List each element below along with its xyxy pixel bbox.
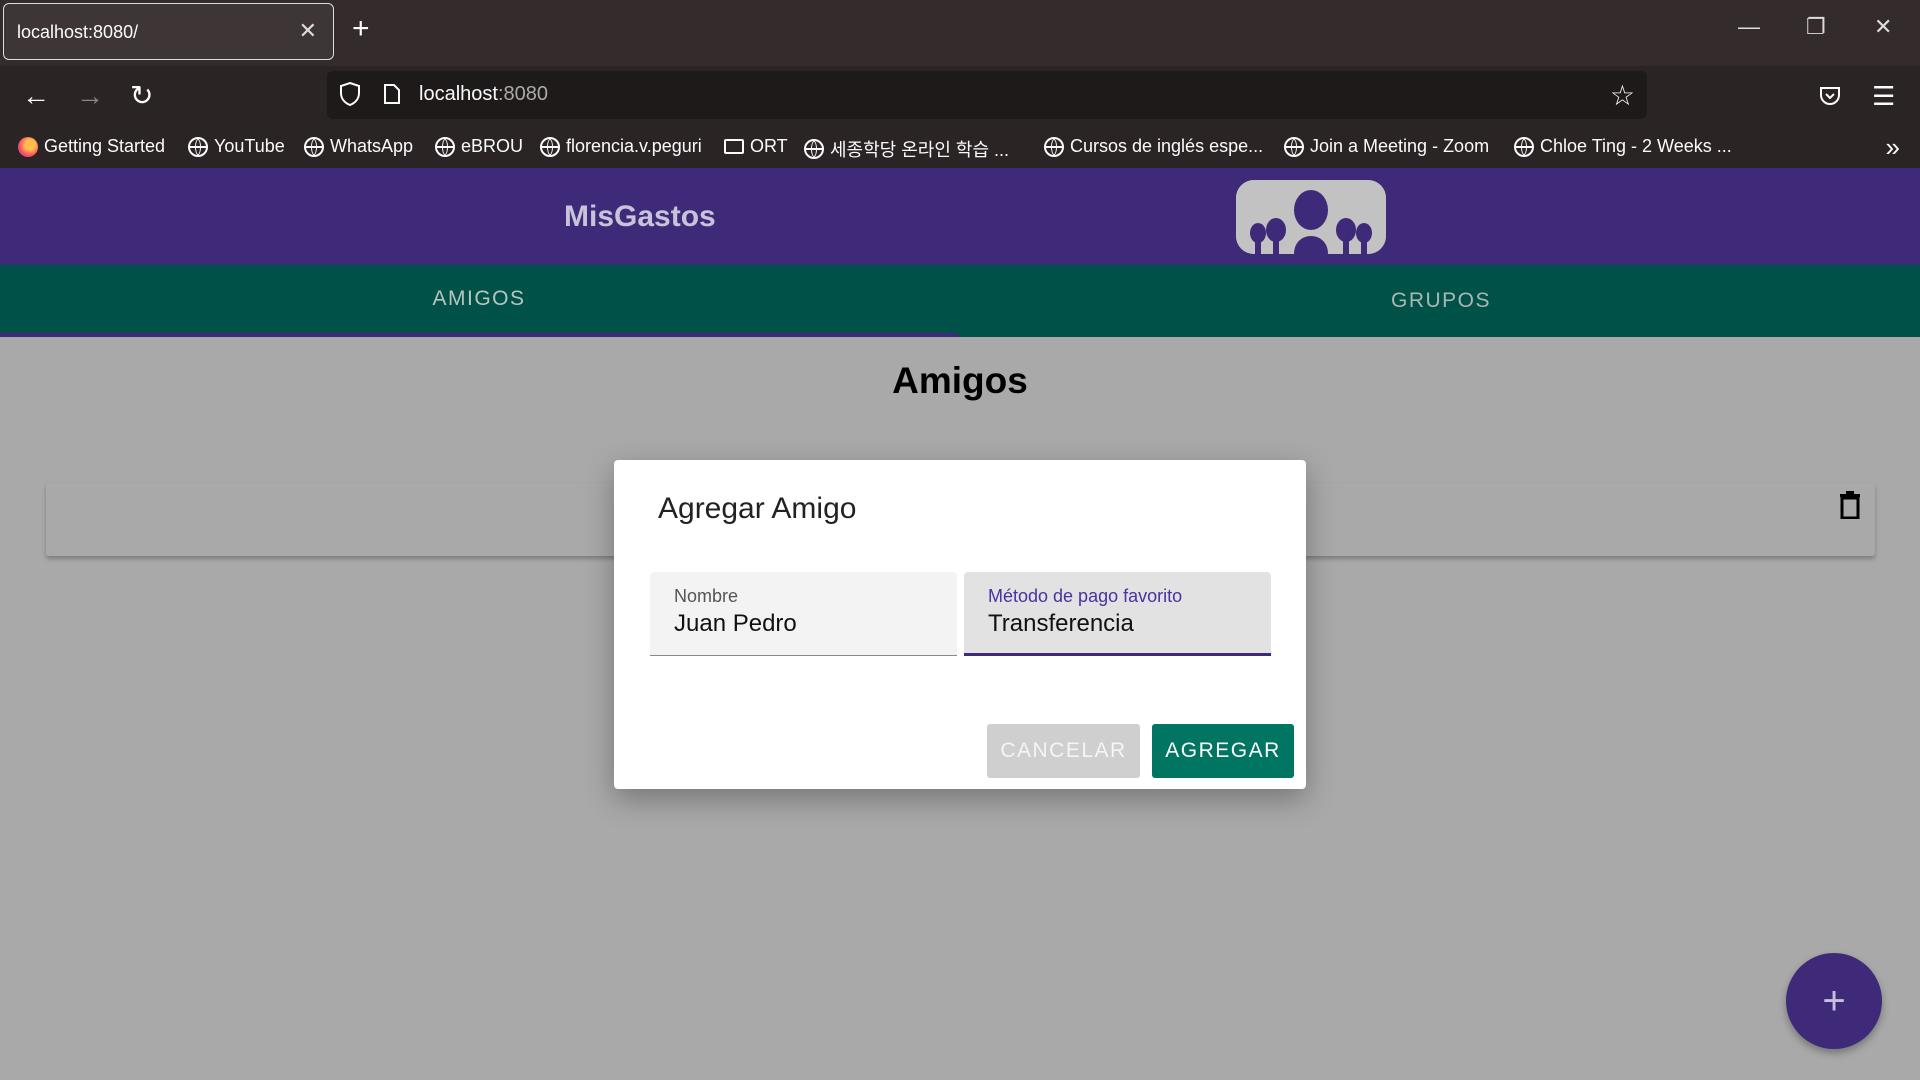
globe-icon: [1284, 136, 1304, 157]
browser-tab[interactable]: localhost:8080/ ✕: [3, 3, 334, 60]
bookmark-item[interactable]: WhatsApp: [304, 136, 413, 157]
globe-icon: [1044, 136, 1064, 157]
globe-icon: [304, 136, 324, 157]
people-logo-icon: [1236, 180, 1386, 254]
bookmark-item[interactable]: ORT: [724, 136, 788, 157]
tab-title: localhost:8080/: [17, 22, 139, 42]
minimize-icon[interactable]: —: [1738, 14, 1760, 40]
browser-titlebar: localhost:8080/ ✕ + — ❐ ✕: [0, 0, 1920, 66]
restore-icon[interactable]: ❐: [1806, 14, 1826, 40]
bookmark-star-icon[interactable]: ☆: [1610, 79, 1635, 112]
globe-icon: [435, 136, 455, 157]
bookmarks-bar: Getting Started YouTube WhatsApp eBROU f…: [0, 130, 1920, 168]
page-title: Amigos: [892, 360, 1028, 401]
bookmark-item[interactable]: florencia.v.peguri: [540, 136, 702, 157]
dialog-title: Agregar Amigo: [658, 492, 857, 525]
new-tab-icon[interactable]: +: [352, 14, 370, 44]
reload-icon[interactable]: ↻: [130, 81, 153, 111]
globe-icon: [804, 139, 824, 159]
name-label: Nombre: [674, 586, 739, 606]
payment-method-input[interactable]: Transferencia: [988, 610, 1134, 638]
app-logo: [1236, 180, 1386, 254]
name-field[interactable]: Nombre Juan Pedro: [650, 572, 957, 656]
app-title: MisGastos: [564, 200, 716, 233]
app-tabs: AMIGOS GRUPOS: [0, 265, 1920, 337]
browser-navbar: ← → ↻ localhost:8080 ☆ ☰: [0, 66, 1920, 130]
bookmark-item[interactable]: Chloe Ting - 2 Weeks ...: [1514, 136, 1732, 157]
page-icon: [384, 84, 400, 104]
bookmark-item[interactable]: Getting Started: [18, 136, 165, 157]
add-button[interactable]: AGREGAR: [1152, 724, 1294, 778]
url-bar[interactable]: localhost:8080 ☆: [327, 71, 1647, 119]
globe-icon: [188, 136, 208, 157]
globe-icon: [1514, 136, 1534, 157]
bookmark-item[interactable]: 세종학당 온라인 학습 ...: [804, 136, 1009, 162]
pocket-icon[interactable]: [1818, 84, 1842, 108]
bookmarks-overflow-icon[interactable]: »: [1886, 132, 1900, 163]
trash-icon[interactable]: [1839, 491, 1861, 519]
globe-icon: [540, 136, 560, 157]
bookmark-item[interactable]: YouTube: [188, 136, 285, 157]
forward-icon[interactable]: →: [76, 81, 104, 111]
cancel-button[interactable]: CANCELAR: [987, 724, 1140, 778]
close-window-icon[interactable]: ✕: [1874, 14, 1892, 40]
payment-method-label: Método de pago favorito: [988, 586, 1183, 606]
firefox-icon: [18, 136, 38, 157]
add-friend-dialog: Agregar Amigo Nombre Juan Pedro Método d…: [614, 460, 1306, 789]
tab-close-icon[interactable]: ✕: [299, 18, 317, 44]
shield-icon[interactable]: [339, 81, 361, 107]
name-input[interactable]: Juan Pedro: [674, 610, 797, 638]
tab-amigos[interactable]: AMIGOS: [0, 265, 958, 337]
menu-icon[interactable]: ☰: [1872, 81, 1895, 111]
bookmark-item[interactable]: eBROU: [435, 136, 523, 157]
url-text[interactable]: localhost:8080: [419, 83, 548, 106]
back-icon[interactable]: ←: [22, 81, 50, 111]
tab-grupos[interactable]: GRUPOS: [962, 265, 1920, 337]
bookmark-item[interactable]: Cursos de inglés espe...: [1044, 136, 1263, 157]
payment-method-field[interactable]: Método de pago favorito Transferencia: [964, 572, 1271, 656]
folder-icon: [724, 139, 744, 154]
app-header: MisGastos: [0, 168, 1920, 265]
bookmark-item[interactable]: Join a Meeting - Zoom: [1284, 136, 1489, 157]
add-friend-fab[interactable]: +: [1786, 953, 1882, 1049]
